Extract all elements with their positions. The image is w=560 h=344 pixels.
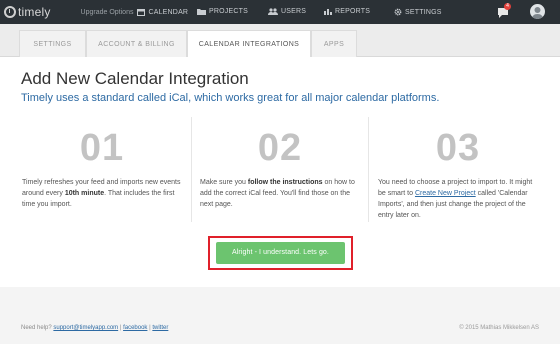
step-number: 02 [257,127,303,169]
page-subtitle: Timely uses a standard called iCal, whic… [21,92,440,104]
understand-continue-button[interactable]: Alright - I understand. Lets go. [216,242,345,264]
nav-calendar-label: CALENDAR [148,8,189,16]
facebook-link[interactable]: facebook [123,325,147,331]
footer-help: Need help? support@timelyapp.com | faceb… [21,325,168,331]
folder-icon [197,9,206,15]
twitter-link[interactable]: twitter [152,325,168,331]
step-text-emphasis: follow the instructions [247,179,323,186]
step-text-part: Make sure you [200,179,248,186]
nav-reports[interactable]: REPORTS [324,8,370,15]
tab-settings[interactable]: SETTINGS [19,30,86,57]
help-label: Need help? [21,325,52,331]
main-content: Add New Calendar Integration Timely uses… [0,57,560,287]
logo-text: timely [18,5,51,19]
step-description: Make sure you follow the instructions on… [200,177,362,210]
user-avatar[interactable] [530,4,545,19]
step-number: 01 [79,127,125,169]
users-icon [268,8,278,15]
step-text-emphasis: 10th minute [64,190,105,197]
step-description: Timely refreshes your feed and imports n… [22,177,184,210]
nav-projects[interactable]: PROJECTS [197,8,248,15]
create-new-project-link[interactable]: Create New Project [415,190,476,197]
notifications-button[interactable]: 4 [497,3,511,20]
tab-calendar-integrations[interactable]: CALENDAR INTEGRATIONS [187,30,311,58]
page-title: Add New Calendar Integration [21,69,249,88]
step-2: 02 Make sure you follow the instructions… [191,117,369,222]
clock-logo-icon [4,6,16,18]
nav-users-label: USERS [281,8,307,15]
gear-icon [394,8,402,16]
nav-settings[interactable]: SETTINGS [394,8,442,16]
user-silhouette-icon [532,7,543,19]
settings-tab-bar: SETTINGS ACCOUNT & BILLING CALENDAR INTE… [0,24,560,58]
nav-calendar[interactable]: CALENDAR [137,8,188,16]
nav-settings-label: SETTINGS [405,8,442,16]
tab-account-billing[interactable]: ACCOUNT & BILLING [86,30,187,57]
tab-apps[interactable]: APPS [311,30,357,57]
footer-copyright: © 2015 Mathias Mikkelsen AS [459,325,539,331]
nav-projects-label: PROJECTS [209,8,248,15]
step-number: 03 [435,127,481,169]
step-3: 03 You need to choose a project to impor… [370,117,546,222]
upgrade-options-link[interactable]: Upgrade Options [81,9,134,16]
bar-chart-icon [324,9,332,15]
calendar-icon [137,9,146,16]
notification-badge: 4 [504,3,511,10]
step-1: 01 Timely refreshes your feed and import… [14,117,190,222]
nav-reports-label: REPORTS [335,8,371,15]
timely-logo[interactable]: timely [4,5,51,19]
nav-users[interactable]: USERS [268,8,306,15]
step-description: You need to choose a project to import t… [378,177,540,221]
support-email-link[interactable]: support@timelyapp.com [53,325,118,331]
